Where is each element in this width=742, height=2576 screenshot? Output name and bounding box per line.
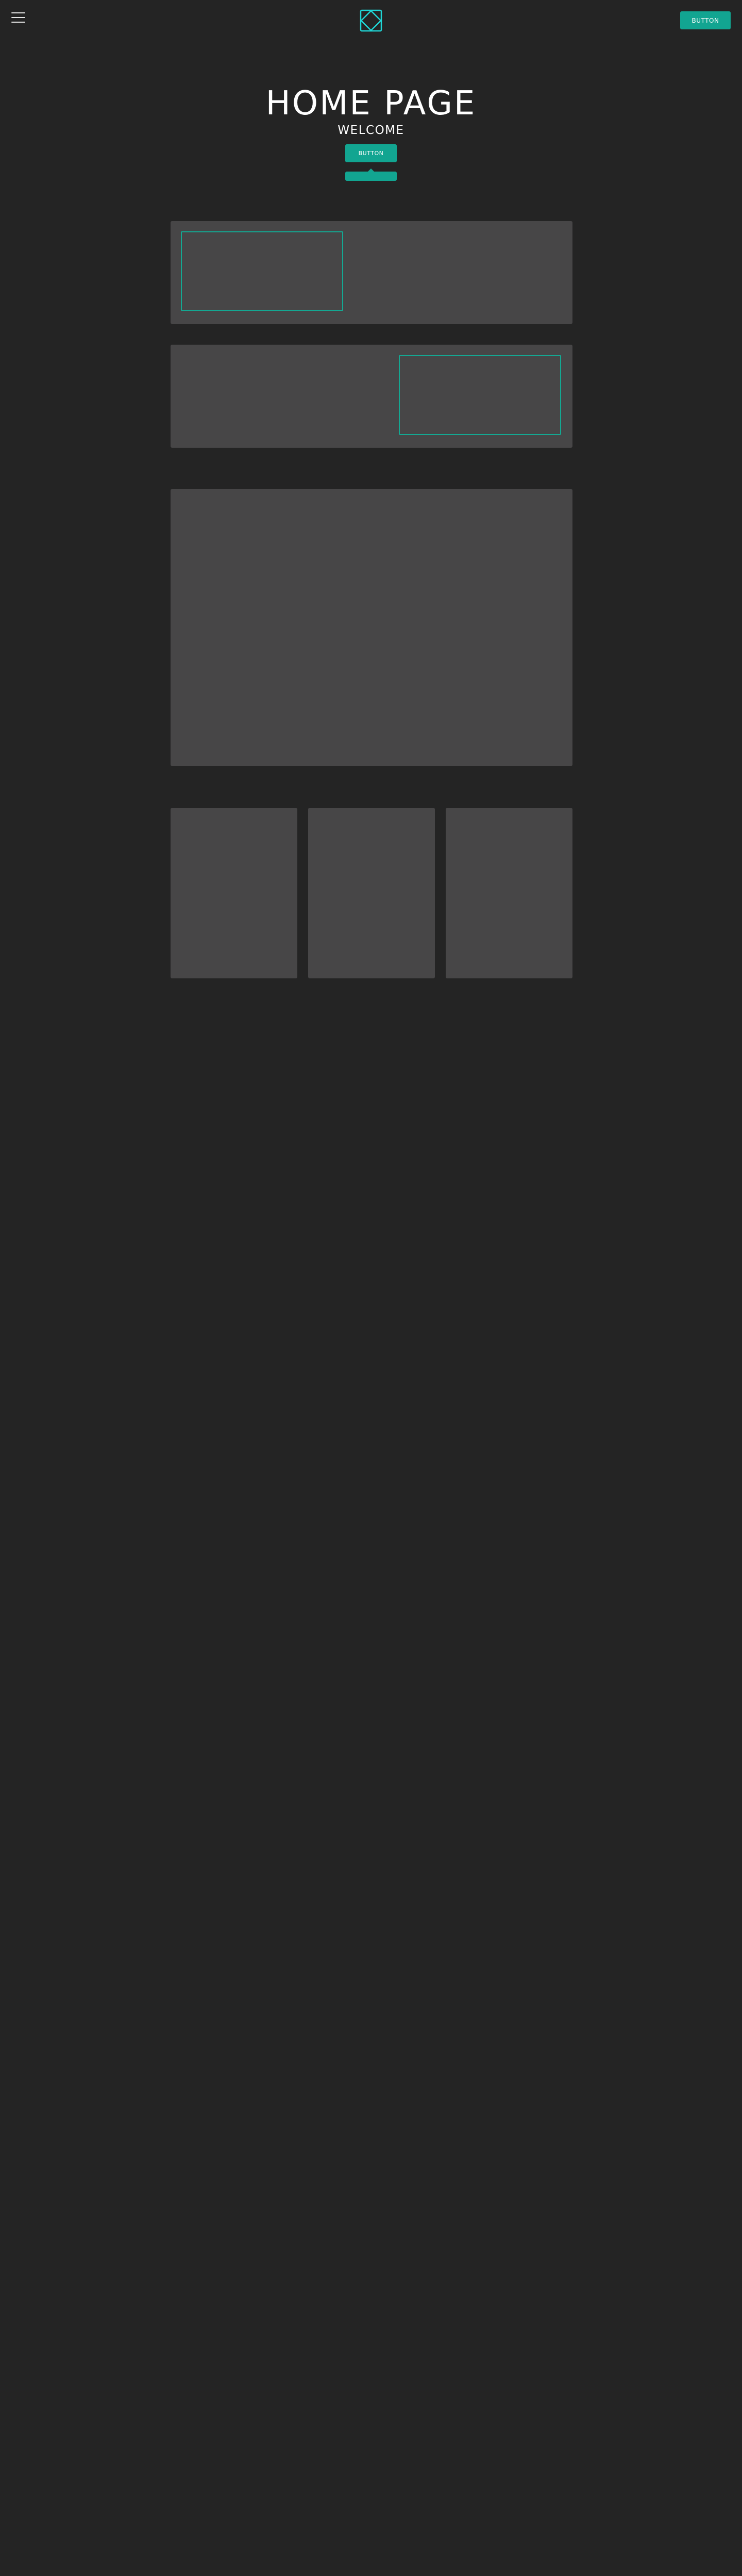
- header-button[interactable]: BUTTON: [680, 11, 731, 29]
- diamond-logo-icon: [360, 9, 382, 32]
- menu-line: [11, 12, 25, 13]
- main-content-block: [171, 489, 572, 766]
- card-1[interactable]: [171, 808, 297, 978]
- feature-section-2: [171, 345, 572, 448]
- feature-section-1: [171, 221, 572, 324]
- hamburger-menu-icon[interactable]: [11, 12, 25, 23]
- page-subtitle: WELCOME: [338, 124, 404, 137]
- feature-image-placeholder-right[interactable]: [399, 355, 561, 435]
- button-tooltip: [345, 172, 397, 181]
- feature-image-placeholder-left[interactable]: [181, 231, 343, 311]
- card-2[interactable]: [308, 808, 435, 978]
- card-3[interactable]: [446, 808, 572, 978]
- logo-icon[interactable]: [359, 9, 383, 32]
- menu-line: [11, 22, 25, 23]
- hero-button[interactable]: BUTTON: [345, 144, 397, 162]
- page-title: HOME PAGE: [265, 84, 477, 123]
- menu-line: [11, 17, 25, 18]
